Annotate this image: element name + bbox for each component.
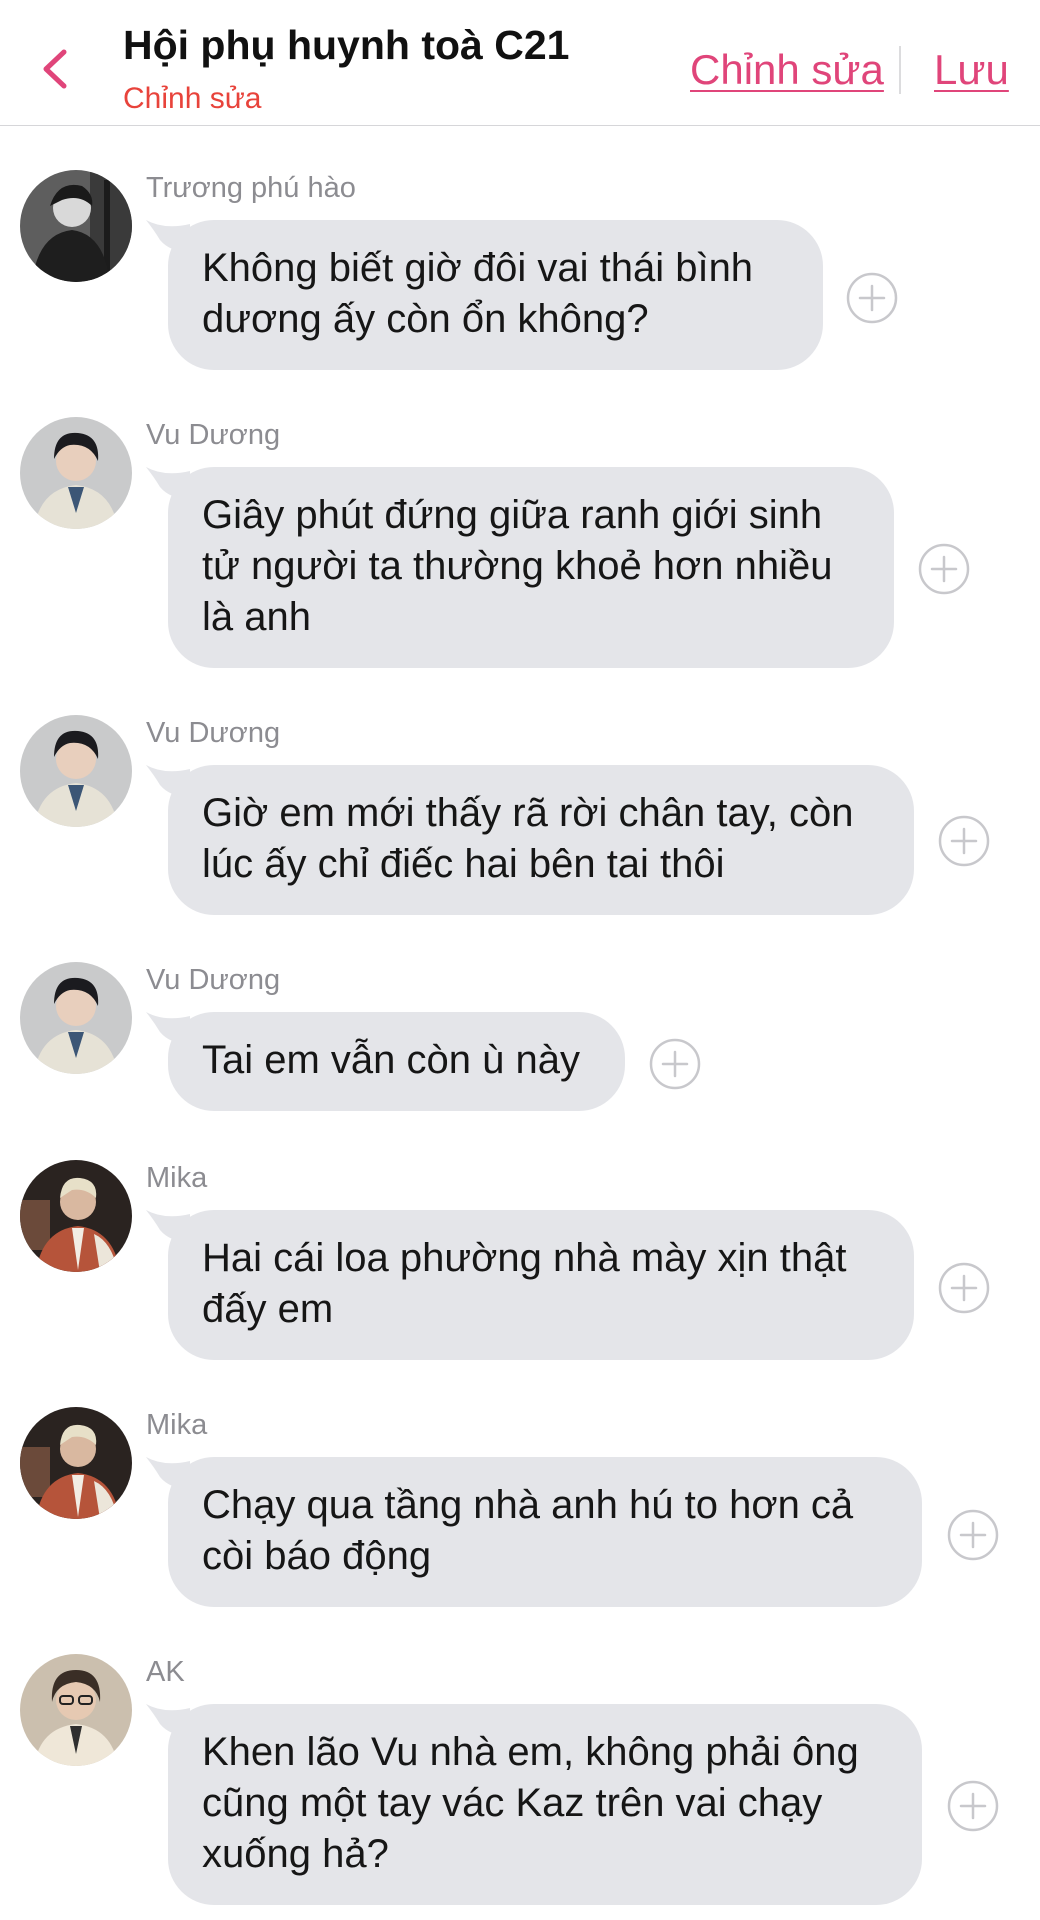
chat-header: Hội phụ huynh toà C21 Chỉnh sửa Chỉnh sử… xyxy=(0,0,1040,126)
add-reaction-button[interactable] xyxy=(938,1262,990,1314)
avatar[interactable] xyxy=(20,1407,132,1519)
avatar[interactable] xyxy=(20,1654,132,1766)
sender-name: Mika xyxy=(146,1409,208,1441)
add-reaction-button[interactable] xyxy=(947,1509,999,1561)
message-bubble[interactable]: Chạy qua tầng nhà anh hú to hơn cả còi b… xyxy=(168,1457,922,1607)
chat-subtitle: Chỉnh sửa xyxy=(123,82,262,115)
message-bubble[interactable]: Khen lão Vu nhà em, không phải ông cũng … xyxy=(168,1704,922,1905)
avatar[interactable] xyxy=(20,170,132,282)
avatar[interactable] xyxy=(20,417,132,529)
chat-title: Hội phụ huynh toà C21 xyxy=(123,22,570,68)
message-bubble[interactable]: Không biết giờ đôi vai thái bình dương ấ… xyxy=(168,220,823,370)
save-button[interactable]: Lưu xyxy=(934,46,1009,94)
add-reaction-button[interactable] xyxy=(649,1038,701,1090)
chevron-left-icon xyxy=(43,49,67,89)
avatar[interactable] xyxy=(20,715,132,827)
avatar[interactable] xyxy=(20,962,132,1074)
add-reaction-button[interactable] xyxy=(846,272,898,324)
message-bubble[interactable]: Hai cái loa phường nhà mày xịn thật đấy … xyxy=(168,1210,914,1360)
message-bubble[interactable]: Tai em vẫn còn ù này xyxy=(168,1012,625,1111)
plus-circle-icon xyxy=(918,543,970,595)
message-bubble[interactable]: Giờ em mới thấy rã rời chân tay, còn lúc… xyxy=(168,765,914,915)
plus-circle-icon xyxy=(947,1780,999,1832)
message-bubble[interactable]: Giây phút đứng giữa ranh giới sinh tử ng… xyxy=(168,467,894,668)
sender-name: Mika xyxy=(146,1162,208,1194)
add-reaction-button[interactable] xyxy=(947,1780,999,1832)
plus-circle-icon xyxy=(947,1509,999,1561)
sender-name: Trương phú hào xyxy=(146,172,356,204)
sender-name: AK xyxy=(146,1656,185,1688)
plus-circle-icon xyxy=(649,1038,701,1090)
edit-button[interactable]: Chỉnh sửa xyxy=(690,46,884,94)
add-reaction-button[interactable] xyxy=(938,815,990,867)
back-button[interactable] xyxy=(36,44,76,94)
sender-name: Vu Dương xyxy=(146,419,281,451)
sender-name: Vu Dương xyxy=(146,717,281,749)
avatar[interactable] xyxy=(20,1160,132,1272)
sender-name: Vu Dương xyxy=(146,964,281,996)
plus-circle-icon xyxy=(846,272,898,324)
plus-circle-icon xyxy=(938,815,990,867)
add-reaction-button[interactable] xyxy=(918,543,970,595)
plus-circle-icon xyxy=(938,1262,990,1314)
header-divider xyxy=(899,46,901,94)
